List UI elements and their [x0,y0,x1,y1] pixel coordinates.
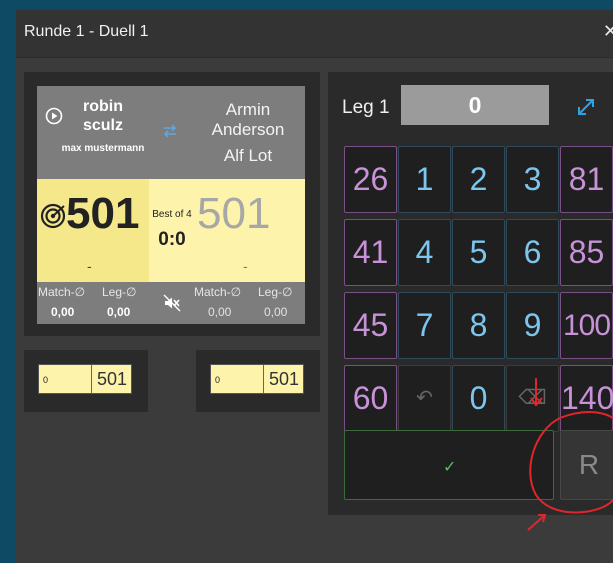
key-9[interactable]: 9 [506,292,559,359]
mini-score-bar: 0 501 [38,364,132,394]
key-3[interactable]: 3 [506,146,559,213]
duel-dialog: Runde 1 - Duell 1 ✕ robin sculz max must… [16,10,613,563]
mini-score-value: 501 [96,369,127,389]
stats-row: Match-∅ Leg-∅ 0,00 0,00 Match-∅ Leg-∅ 0,… [37,282,305,324]
backspace-icon[interactable]: ⌫ [506,365,559,432]
r-button[interactable]: R [560,430,613,500]
mini-count: 0 [215,375,221,385]
key-100[interactable]: 100 [560,292,613,359]
title-bar: Runde 1 - Duell 1 ✕ [16,10,613,58]
player2-name: Armin Anderson [211,100,285,139]
score-panel: 501 Best of 4 0:0 501 - - [37,179,305,282]
key-81[interactable]: 81 [560,146,613,213]
score-keypad: Leg 1 0 26 1 2 3 81 41 4 5 6 85 45 7 8 9… [328,72,613,515]
player1-name: robin sculz [82,98,123,134]
key-0[interactable]: 0 [452,365,505,432]
player2-leg-avg: 0,00 [264,305,288,319]
key-6[interactable]: 6 [506,219,559,286]
player1-match-avg-label: Match-∅ [38,285,86,299]
mini-score-bar: 0 501 [210,364,304,394]
player2-score: 501 [197,189,271,238]
player2-last-throw: - [243,258,248,274]
mini-score-value: 501 [268,369,299,389]
player2-leg-avg-label: Leg-∅ [258,285,293,299]
player1-last-throw: - [87,258,92,274]
mini-divider [263,365,264,393]
key-5[interactable]: 5 [452,219,505,286]
player1-leg-avg-label: Leg-∅ [102,285,137,299]
players-header: robin sculz max mustermann Armin Anderso… [37,86,305,179]
key-1[interactable]: 1 [398,146,451,213]
player1-leg-avg: 0,00 [107,305,131,319]
close-icon[interactable]: ✕ [603,21,613,42]
key-41[interactable]: 41 [344,219,397,286]
leg-score: 0:0 [158,229,186,250]
score-input[interactable]: 0 [401,85,549,125]
leg-label: Leg 1 [342,97,390,118]
key-4[interactable]: 4 [398,219,451,286]
key-7[interactable]: 7 [398,292,451,359]
player2-match-avg: 0,00 [208,305,232,319]
undo-icon[interactable]: ↶ [398,365,451,432]
player2-mini-score: 0 501 [196,350,320,412]
key-60[interactable]: 60 [344,365,397,432]
best-of-label: Best of 4 [152,209,192,220]
scoreboard: robin sculz max mustermann Armin Anderso… [24,72,320,336]
player2-subname: Alf Lot [223,146,273,165]
key-2[interactable]: 2 [452,146,505,213]
swap-icon[interactable] [161,122,179,140]
check-icon: ✓ [443,459,457,476]
player1-mini-score: 0 501 [24,350,148,412]
player1-match-avg: 0,00 [51,305,75,319]
mini-divider [91,365,92,393]
key-140[interactable]: 140 [560,365,613,432]
key-26[interactable]: 26 [344,146,397,213]
confirm-button[interactable]: ✓ [344,430,554,500]
target-icon [40,203,66,229]
key-45[interactable]: 45 [344,292,397,359]
dialog-title: Runde 1 - Duell 1 [24,23,149,40]
key-85[interactable]: 85 [560,219,613,286]
player1-subname: max mustermann [61,143,145,154]
play-circle-icon[interactable] [45,107,63,125]
player2-match-avg-label: Match-∅ [194,285,242,299]
mini-count: 0 [43,375,49,385]
mute-icon[interactable] [163,294,181,312]
player1-score: 501 [66,189,140,238]
key-8[interactable]: 8 [452,292,505,359]
expand-icon[interactable] [575,96,597,118]
